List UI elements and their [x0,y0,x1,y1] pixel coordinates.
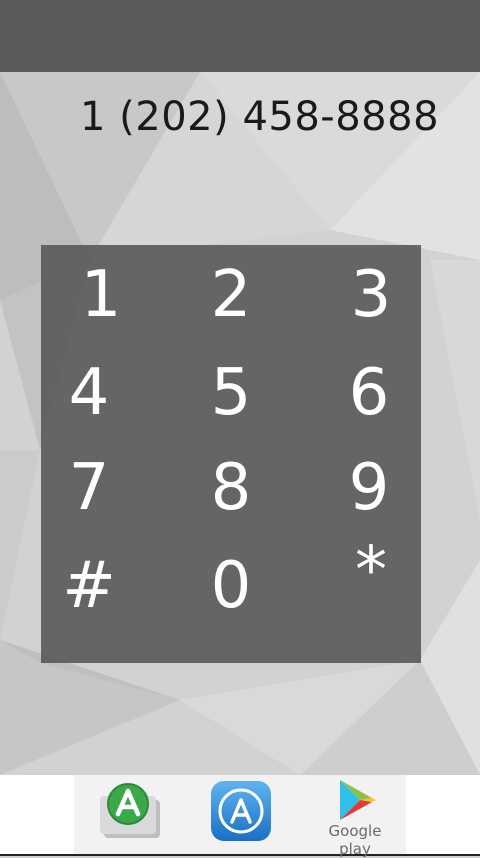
key-5[interactable]: 5 [171,345,291,441]
phone-number-display: 1 (202) 458-8888 [80,94,440,140]
google-play-label: Google play [328,822,382,858]
key-4[interactable]: 4 [29,345,149,441]
key-6[interactable]: 6 [309,345,429,441]
green-app-store-icon[interactable] [96,778,162,844]
top-app-bar [0,0,480,72]
key-2[interactable]: 2 [171,247,291,343]
key-9[interactable]: 9 [309,440,429,536]
key-8[interactable]: 8 [171,440,291,536]
apple-app-store-icon[interactable] [208,778,274,844]
key-0[interactable]: 0 [171,538,291,634]
key-star[interactable]: * [311,523,431,619]
key-3[interactable]: 3 [311,247,431,343]
key-7[interactable]: 7 [29,440,149,536]
dial-keypad: 1 2 3 4 5 6 7 8 9 # 0 * [41,245,421,663]
store-badges: Google play [74,775,406,858]
google-play-icon[interactable]: Google play [320,778,386,858]
store-badge-footer: Google play [0,775,480,858]
key-1[interactable]: 1 [41,247,161,343]
key-hash[interactable]: # [29,538,149,634]
